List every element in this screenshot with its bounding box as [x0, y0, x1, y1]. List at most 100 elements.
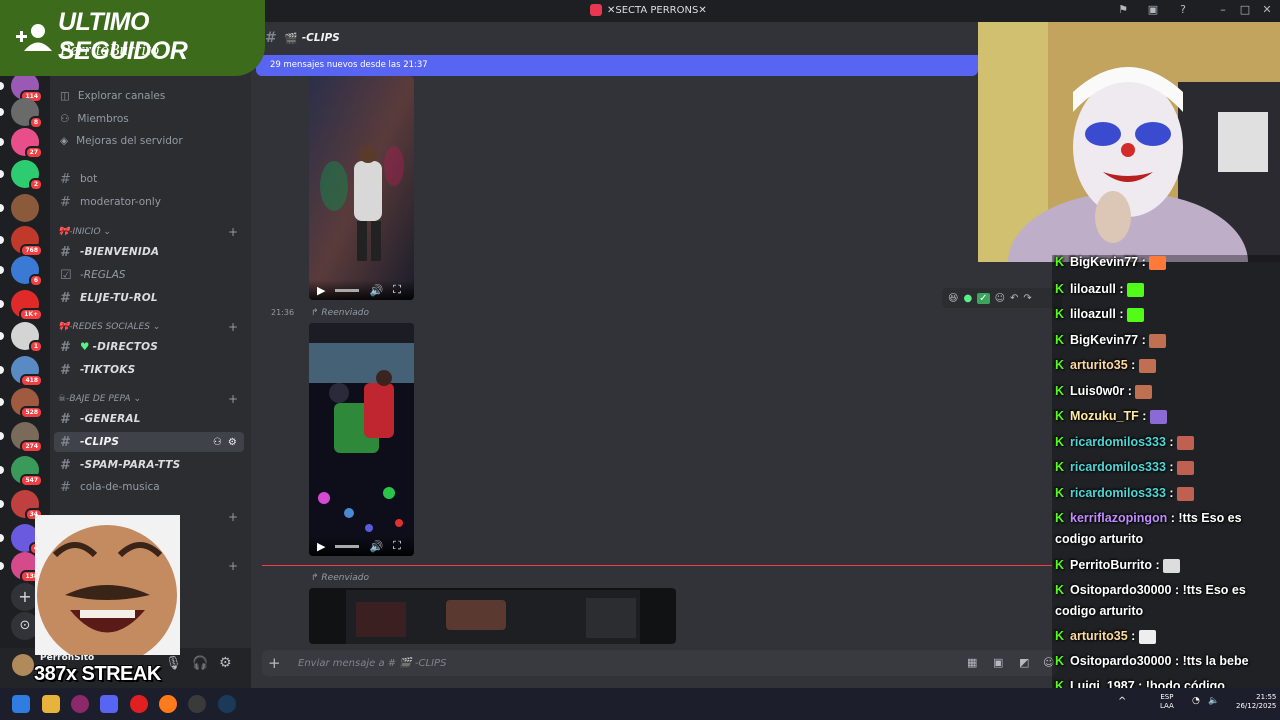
help-icon[interactable]: ? — [1176, 3, 1190, 17]
add-channel-icon[interactable]: + — [228, 392, 238, 406]
message-actions: 😆 ● ✓ ☺ ↶ ↷ — [942, 288, 1062, 308]
progress-bar[interactable] — [335, 544, 360, 548]
emoji-reaction-icon[interactable]: 😆 — [948, 293, 958, 304]
close-icon[interactable]: ✕ — [1260, 3, 1274, 17]
unread-badge: 528 — [20, 406, 43, 419]
headphones-icon[interactable]: 🎧 — [192, 656, 208, 671]
network-icon[interactable]: ◔ — [1192, 696, 1200, 706]
new-messages-banner[interactable]: 29 mensajes nuevos desde las 21:37 — [256, 55, 978, 76]
channel-reglas[interactable]: ☑ -REGLAS — [54, 265, 244, 285]
volume-icon[interactable]: 🔊 — [369, 540, 383, 553]
channel-bienvenida[interactable]: # -BIENVENIDA — [54, 242, 244, 262]
add-reaction-icon[interactable]: ☺ — [995, 293, 1005, 304]
progress-bar[interactable] — [335, 288, 360, 292]
image-attachment[interactable] — [309, 588, 676, 644]
server-icon[interactable]: 8 — [11, 98, 43, 129]
server-icon[interactable]: 547 — [11, 456, 43, 487]
screen-icon[interactable]: ▣ — [1146, 3, 1160, 17]
chat-username: Ositopardo30000 — [1070, 654, 1172, 668]
tray-chevron-icon[interactable]: ^ — [1118, 696, 1126, 707]
channel-bot[interactable]: # bot — [54, 169, 244, 189]
server-icon[interactable]: 27 — [11, 128, 43, 159]
category-baje-de-pepa[interactable]: ☠ -BAJE DE PEPA ⌄ + — [58, 392, 238, 406]
clock[interactable]: 21:55 26/12/2025 — [1236, 693, 1276, 711]
members-link[interactable]: ⚇ Miembros — [60, 113, 129, 125]
minimize-icon[interactable]: – — [1216, 3, 1230, 17]
opera-icon[interactable] — [130, 695, 148, 713]
channel-moderator-only[interactable]: # moderator-only — [54, 192, 244, 212]
fullscreen-icon[interactable]: ⛶ — [393, 283, 401, 297]
chevron-down-icon: ⌄ — [149, 322, 161, 332]
file-explorer-icon[interactable] — [42, 695, 60, 713]
gift-icon[interactable]: ▦ — [967, 656, 977, 669]
server-icon[interactable]: 274 — [11, 422, 43, 453]
server-icon[interactable]: 34 — [11, 490, 43, 521]
chat-username: BigKevin77 — [1070, 333, 1139, 347]
channel-tiktoks[interactable]: # -TIKTOKS — [54, 360, 244, 380]
add-channel-icon[interactable]: + — [228, 510, 238, 524]
server-icon[interactable]: 1 — [11, 322, 43, 353]
category-inicio[interactable]: 🎀 -INICIO ⌄ + — [58, 225, 238, 239]
server-icon[interactable]: 528 — [11, 388, 43, 419]
sticker-icon[interactable]: ◩ — [1019, 656, 1029, 669]
gear-icon[interactable]: ⚙ — [228, 437, 237, 448]
invite-icon[interactable]: ⚇ — [213, 437, 222, 448]
reply-icon[interactable]: ↶ — [1010, 293, 1018, 304]
server-icon[interactable]: 1K+ — [11, 290, 43, 321]
channel-directos[interactable]: # ♥ -DIRECTOS — [54, 337, 244, 357]
add-channel-icon[interactable]: + — [228, 320, 238, 334]
channel-cola-de-musica[interactable]: # cola-de-musica — [54, 477, 244, 497]
steam-icon[interactable] — [218, 695, 236, 713]
avatar[interactable] — [12, 654, 34, 676]
message-composer[interactable]: + Enviar mensaje a # 🎬 -CLIPS ▦ ▣ ◩ ☺ — [262, 650, 1057, 676]
server-boosts-link[interactable]: ◈ Mejoras del servidor — [60, 135, 183, 147]
server-icon[interactable]: 418 — [11, 356, 43, 387]
channel-clips[interactable]: # -CLIPS ⚇ ⚙ — [54, 432, 244, 452]
category-redes-sociales[interactable]: 🎀 -REDES SOCIALES ⌄ + — [58, 320, 238, 334]
kick-icon: K — [1055, 384, 1065, 398]
firefox-icon[interactable] — [159, 695, 177, 713]
channel-elije-tu-rol[interactable]: # ELIJE-TU-ROL — [54, 288, 244, 308]
video-attachment-2[interactable]: ▶ 🔊 ⛶ — [309, 323, 414, 556]
discord-icon[interactable] — [100, 695, 118, 713]
unread-badge: 547 — [20, 474, 43, 487]
chat-separator: : — [1165, 460, 1178, 474]
server-icon[interactable] — [11, 194, 39, 222]
reaction-image — [35, 515, 180, 655]
kick-icon: K — [1055, 460, 1065, 474]
inbox-icon[interactable]: ⚑ — [1116, 3, 1130, 17]
server-icon[interactable]: 768 — [11, 226, 43, 257]
check-icon[interactable]: ✓ — [977, 292, 990, 304]
maximize-icon[interactable]: □ — [1238, 3, 1252, 17]
explore-channels[interactable]: ◫ Explorar canales — [60, 90, 165, 102]
language-indicator[interactable]: ESP LAA — [1160, 693, 1174, 711]
gear-icon[interactable]: ⚙ — [219, 655, 232, 671]
opera-gx-icon[interactable] — [71, 695, 89, 713]
forward-icon[interactable]: ↷ — [1023, 293, 1031, 304]
obs-icon[interactable] — [188, 695, 206, 713]
fullscreen-icon[interactable]: ⛶ — [393, 539, 401, 553]
video-attachment-1[interactable]: ▶ 🔊 ⛶ — [309, 76, 414, 300]
emote-icon — [1149, 333, 1167, 348]
gif-icon[interactable]: ▣ — [993, 656, 1003, 669]
add-attachment-icon[interactable]: + — [268, 654, 281, 672]
windows-start-icon[interactable] — [12, 695, 30, 713]
composer-placeholder: Enviar mensaje a # 🎬 -CLIPS — [298, 657, 447, 669]
play-icon[interactable]: ▶ — [317, 540, 325, 553]
unread-badge: 418 — [20, 374, 43, 387]
volume-icon[interactable]: 🔈 — [1208, 696, 1219, 706]
channel-spam-para-tts[interactable]: # -SPAM-PARA-TTS — [54, 455, 244, 475]
kick-icon: K — [1055, 282, 1065, 296]
emoji-reaction-icon[interactable]: ● — [963, 293, 972, 304]
add-channel-icon[interactable]: + — [228, 225, 238, 239]
channel-general[interactable]: # -GENERAL — [54, 409, 244, 429]
chat-separator: : — [1165, 486, 1178, 500]
server-icon[interactable]: 6 — [11, 256, 43, 287]
add-channel-icon[interactable]: + — [228, 559, 238, 573]
volume-icon[interactable]: 🔊 — [369, 284, 383, 297]
server-icon[interactable]: 114 — [11, 72, 43, 103]
server-icon[interactable]: 2 — [11, 160, 43, 191]
play-icon[interactable]: ▶ — [317, 284, 325, 297]
microphone-icon[interactable]: 🎙 — [165, 656, 182, 671]
hash-icon: # — [60, 244, 70, 260]
